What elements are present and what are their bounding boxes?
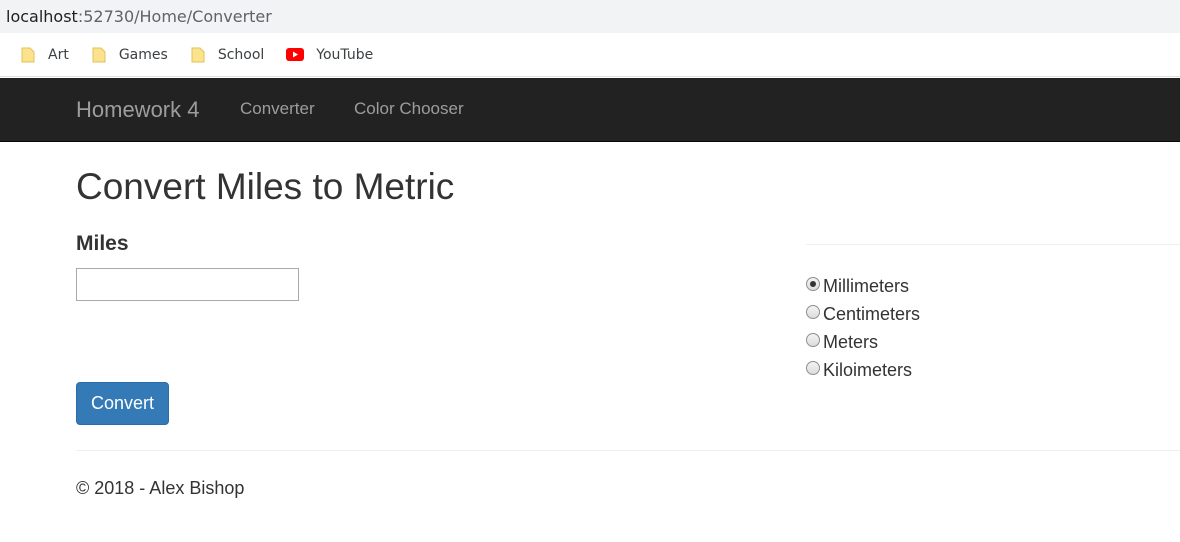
nav-link-color-chooser[interactable]: Color Chooser (354, 99, 464, 119)
navbar-brand[interactable]: Homework 4 (76, 97, 199, 123)
navbar: Homework 4 Converter Color Chooser (0, 78, 1180, 142)
radio-button[interactable] (806, 361, 820, 375)
miles-label: Miles (76, 232, 129, 255)
miles-input[interactable] (76, 268, 299, 301)
bookmark-art[interactable]: Art (20, 47, 69, 63)
unit-option-meters[interactable]: Meters (806, 328, 920, 356)
radio-button[interactable] (806, 333, 820, 347)
unit-radio-group: Millimeters Centimeters Meters Kiloimete… (806, 272, 920, 384)
unit-label: Centimeters (823, 303, 921, 324)
unit-option-kilometers[interactable]: Kiloimeters (806, 356, 920, 384)
divider (806, 244, 1180, 245)
url-path: :52730/Home/Converter (77, 7, 272, 26)
bookmark-youtube[interactable]: YouTube (286, 47, 373, 63)
radio-button[interactable] (806, 277, 820, 291)
footer-copyright: © 2018 - Alex Bishop (76, 478, 245, 498)
folder-icon (92, 47, 106, 62)
unit-label: Meters (823, 331, 879, 352)
bookmark-label: School (217, 46, 265, 63)
folder-icon (191, 47, 205, 62)
bookmark-label: Games (118, 46, 168, 63)
youtube-icon (286, 48, 305, 61)
bookmarks-bar: Art Games School YouTube (0, 33, 1180, 77)
folder-icon (21, 47, 35, 62)
nav-link-converter[interactable]: Converter (240, 99, 315, 119)
unit-option-millimeters[interactable]: Millimeters (806, 272, 920, 300)
bookmark-games[interactable]: Games (91, 47, 168, 63)
address-bar[interactable]: localhost:52730/Home/Converter (0, 0, 1180, 33)
bookmark-school[interactable]: School (190, 47, 264, 63)
page-title: Convert Miles to Metric (76, 166, 455, 207)
radio-button[interactable] (806, 305, 820, 319)
url-host: localhost (6, 7, 78, 26)
convert-button[interactable]: Convert (76, 382, 169, 425)
unit-option-centimeters[interactable]: Centimeters (806, 300, 920, 328)
unit-label: Kiloimeters (823, 359, 913, 380)
footer-divider (76, 450, 1180, 451)
bookmark-label: Art (48, 46, 69, 63)
unit-label: Millimeters (823, 275, 910, 296)
bookmark-label: YouTube (316, 46, 374, 63)
